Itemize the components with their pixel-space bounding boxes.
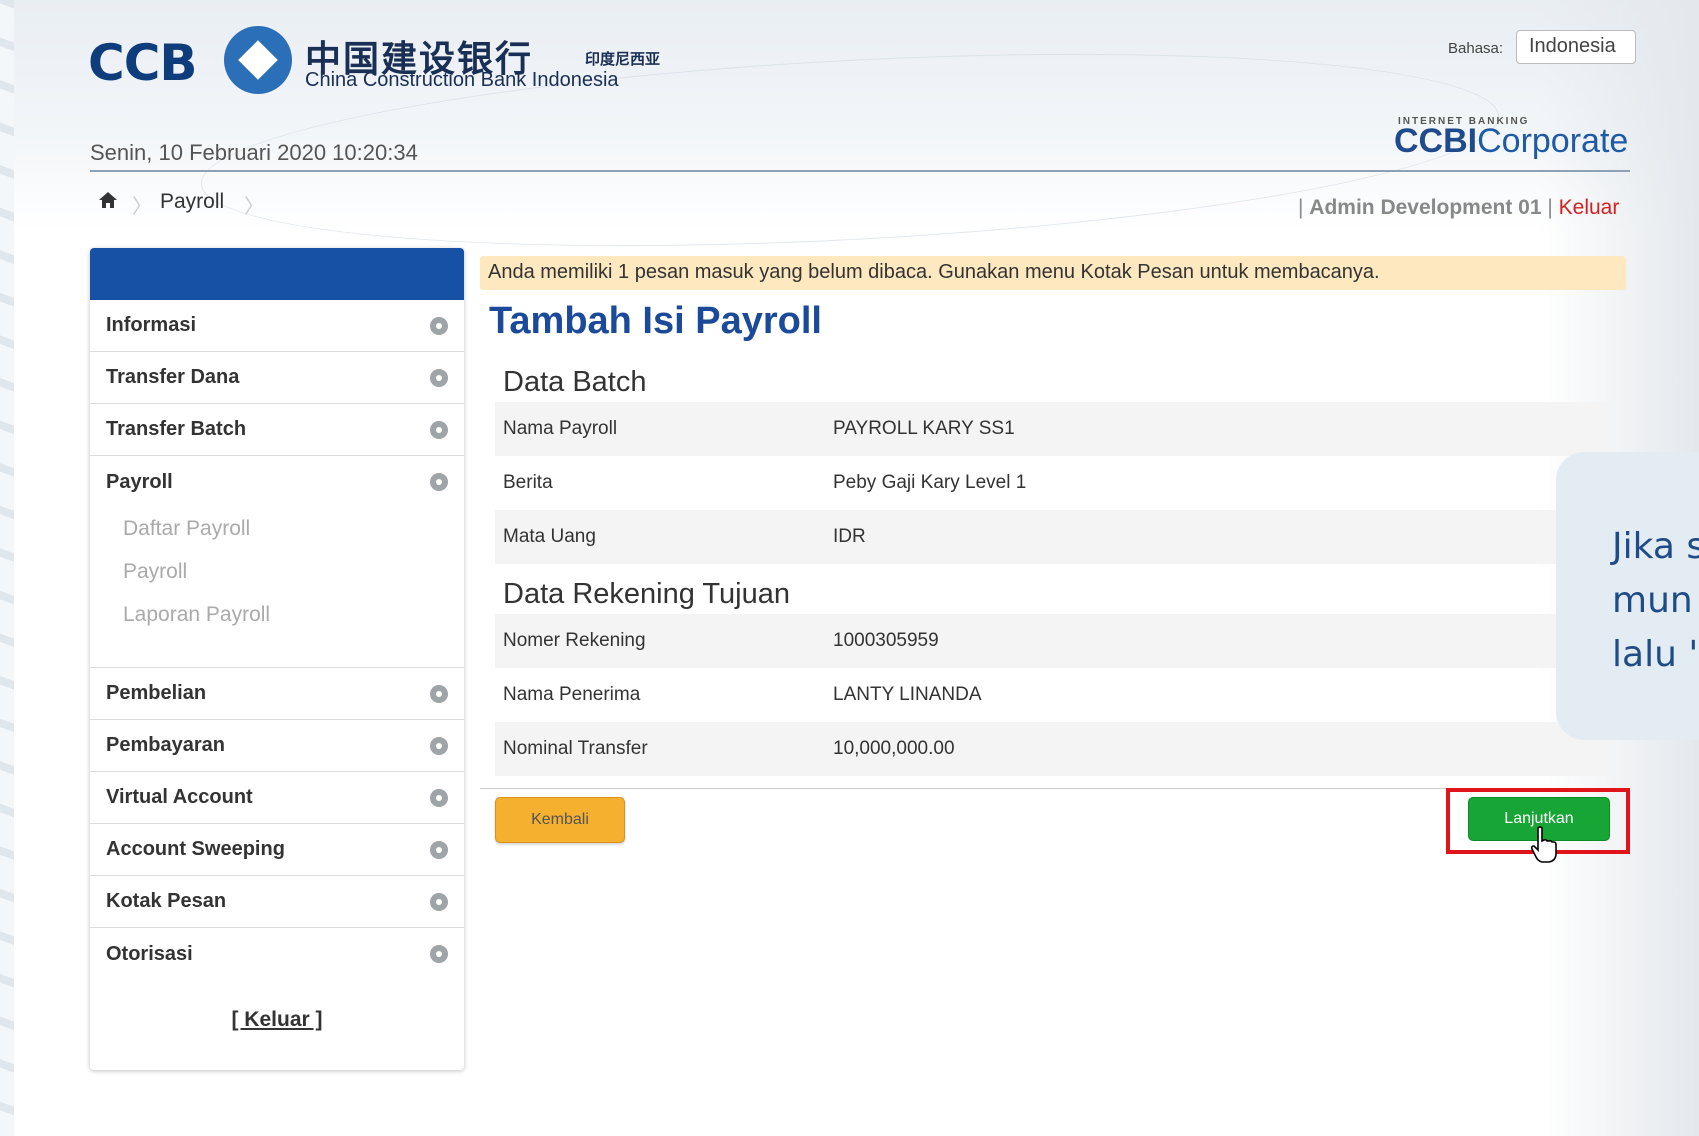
sidebar-item-account-sweeping[interactable]: Account Sweeping: [90, 824, 464, 876]
current-datetime: Senin, 10 Februari 2020 10:20:34: [90, 140, 418, 165]
sidebar-item-pembelian[interactable]: Pembelian: [90, 668, 464, 720]
header-divider: [90, 170, 1630, 172]
content-divider: [480, 788, 1610, 789]
ccb-logo-icon: [224, 26, 292, 94]
home-icon[interactable]: [98, 190, 118, 210]
sidebar-item-transfer-batch[interactable]: Transfer Batch: [90, 404, 464, 456]
language-label: Bahasa:: [1448, 40, 1504, 57]
row-label: Mata Uang: [503, 526, 596, 547]
sidebar-item-label: Pembelian: [106, 682, 207, 704]
sidebar-item-pembayaran[interactable]: Pembayaran: [90, 720, 464, 772]
breadcrumb-current[interactable]: Payroll: [160, 190, 224, 214]
sidebar-menu: Informasi Transfer Dana Transfer Batch P…: [90, 248, 464, 1070]
sidebar-item-label: Informasi: [106, 314, 197, 336]
expand-icon: [430, 369, 448, 387]
sidebar-item-label: Kotak Pesan: [106, 890, 227, 912]
table-row: Nominal Transfer 10,000,000.00: [495, 722, 1610, 776]
table-row: Berita Peby Gaji Kary Level 1: [495, 456, 1610, 510]
expand-icon: [430, 685, 448, 703]
ccb-logo-text: CCB: [88, 34, 197, 92]
section-title-data-rekening-tujuan: Data Rekening Tujuan: [503, 578, 790, 610]
expand-icon: [430, 421, 448, 439]
expand-icon: [430, 737, 448, 755]
sidebar-item-label: Virtual Account: [106, 786, 253, 808]
sidebar-item-informasi[interactable]: Informasi: [90, 300, 464, 352]
expand-icon: [430, 841, 448, 859]
hand-cursor-icon: [1530, 826, 1557, 863]
submenu-payroll[interactable]: Payroll: [90, 553, 464, 596]
unread-message-notice: Anda memiliki 1 pesan masuk yang belum d…: [480, 256, 1626, 290]
submenu-daftar-payroll[interactable]: Daftar Payroll: [90, 510, 464, 553]
sidebar-logout-link[interactable]: [ Keluar ]: [90, 1008, 464, 1032]
section-title-data-batch: Data Batch: [503, 366, 647, 398]
sidebar-item-virtual-account[interactable]: Virtual Account: [90, 772, 464, 824]
brand-english: China Construction Bank Indonesia: [305, 69, 619, 91]
row-label: Nama Payroll: [503, 418, 618, 439]
row-value: Peby Gaji Kary Level 1: [833, 472, 1027, 493]
page-title: Tambah Isi Payroll: [489, 300, 822, 342]
sidebar-item-payroll[interactable]: Payroll: [90, 456, 464, 508]
product-light: Corporate: [1477, 122, 1629, 160]
decorative-stripes: [0, 0, 14, 1136]
user-separator: |: [1541, 196, 1559, 219]
payroll-submenu: Daftar Payroll Payroll Laporan Payroll: [90, 508, 464, 668]
product-bold: CCBI: [1394, 122, 1478, 160]
user-info: | Admin Development 01 | Keluar: [1298, 196, 1619, 220]
row-label: Nama Penerima: [503, 684, 641, 705]
submenu-laporan-payroll[interactable]: Laporan Payroll: [90, 596, 464, 639]
row-value: IDR: [833, 526, 866, 547]
row-value: PAYROLL KARY SS1: [833, 418, 1015, 439]
sidebar-logout-label: [ Keluar ]: [231, 1008, 323, 1031]
sidebar-item-label: Transfer Batch: [106, 418, 247, 440]
callout-line: Jika s: [1612, 526, 1699, 567]
row-value: 10,000,000.00: [833, 738, 955, 759]
brand-chinese-small: 印度尼西亚: [585, 50, 661, 68]
callout-line: mun: [1612, 580, 1693, 621]
sidebar-item-label: Payroll: [106, 470, 173, 493]
table-row: Nama Payroll PAYROLL KARY SS1: [495, 402, 1610, 456]
table-row: Mata Uang IDR: [495, 510, 1610, 564]
expand-icon: [430, 317, 448, 335]
breadcrumb-separator: 〉: [244, 196, 264, 218]
language-select[interactable]: Indonesia: [1516, 30, 1636, 64]
sidebar-item-otorisasi[interactable]: Otorisasi: [90, 928, 464, 980]
row-value: LANTY LINANDA: [833, 684, 982, 705]
sidebar-item-label: Pembayaran: [106, 734, 225, 756]
sidebar-item-transfer-dana[interactable]: Transfer Dana: [90, 352, 464, 404]
expand-icon: [430, 789, 448, 807]
instruction-callout: Jika s mun lalu ': [1556, 452, 1699, 740]
expand-icon: [430, 945, 448, 963]
user-name: Admin Development 01: [1309, 196, 1542, 219]
breadcrumb-separator: 〉: [132, 196, 152, 218]
row-value: 1000305959: [833, 630, 939, 651]
table-row: Nama Penerima LANTY LINANDA: [495, 668, 1610, 722]
row-label: Nominal Transfer: [503, 738, 648, 759]
user-prefix: |: [1298, 196, 1310, 219]
callout-line: lalu ': [1612, 634, 1699, 675]
expand-icon: [430, 893, 448, 911]
row-label: Nomer Rekening: [503, 630, 646, 651]
ccbi-corporate-logo: CCBICorporate: [1394, 122, 1628, 161]
expand-icon: [430, 473, 448, 491]
sidebar-item-label: Otorisasi: [106, 942, 193, 965]
sidebar-item-label: Transfer Dana: [106, 366, 240, 388]
sidebar-item-label: Account Sweeping: [106, 838, 285, 860]
sidebar-header: [90, 248, 464, 300]
back-button[interactable]: Kembali: [495, 797, 625, 843]
table-row: Nomer Rekening 1000305959: [495, 614, 1610, 668]
row-label: Berita: [503, 472, 553, 493]
sidebar-item-kotak-pesan[interactable]: Kotak Pesan: [90, 876, 464, 928]
logout-link[interactable]: Keluar: [1559, 196, 1620, 219]
